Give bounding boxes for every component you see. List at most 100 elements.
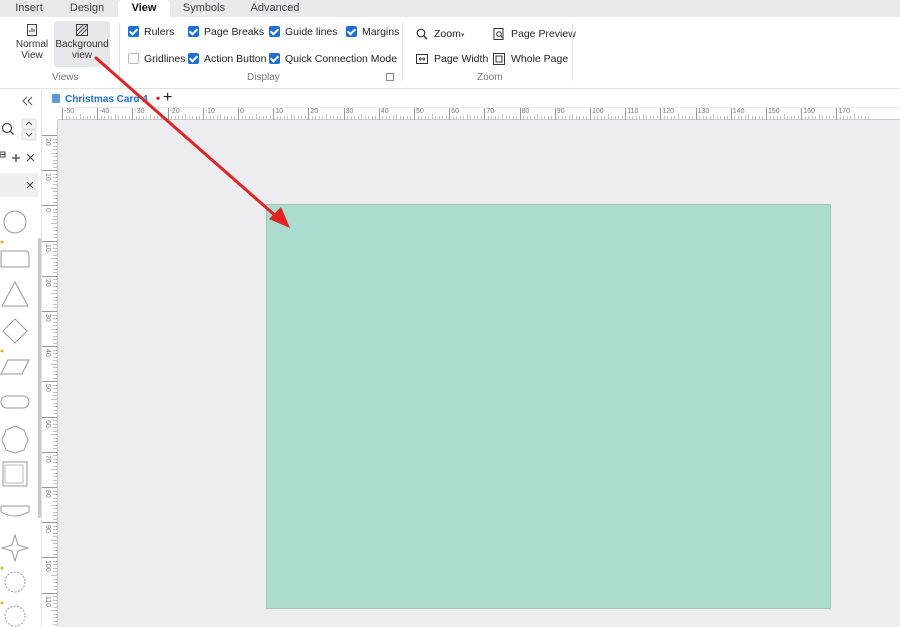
rounded-rectangle-shape-icon[interactable] — [0, 250, 30, 268]
ruler-minor-tick — [51, 152, 57, 154]
ruler-minor-tick — [53, 279, 57, 281]
parallelogram-shape-icon[interactable] — [0, 359, 30, 375]
panel-scrollbar[interactable] — [38, 238, 41, 518]
rulers-label: Rulers — [144, 26, 175, 38]
ruler-label: 50 — [416, 108, 424, 115]
star-shape-icon[interactable] — [0, 533, 30, 563]
ruler-minor-tick — [53, 395, 57, 397]
ruler-minor-tick — [53, 230, 57, 232]
ruler-minor-tick — [53, 420, 57, 422]
ruler-minor-tick — [53, 180, 57, 182]
page-width-button[interactable]: Page Width — [416, 51, 488, 67]
background-view-label: Background view — [55, 39, 109, 61]
ruler-minor-tick — [53, 339, 57, 341]
tab-design[interactable]: Design — [66, 0, 108, 17]
margins-checkbox[interactable]: Margins — [346, 25, 399, 39]
ruler-tick — [42, 451, 57, 453]
ruler-minor-tick — [53, 272, 57, 274]
octagon-shape-icon[interactable] — [1, 425, 29, 454]
whole-page-button[interactable]: Whole Page — [493, 51, 568, 67]
ruler-tick — [625, 108, 627, 120]
ruler-label: 80 — [44, 490, 51, 498]
guide-lines-checkbox[interactable]: Guide lines — [269, 25, 338, 39]
symbol-library-panel — [0, 90, 42, 627]
ruler-minor-tick — [53, 142, 57, 144]
ruler-minor-tick — [53, 296, 57, 298]
ruler-label: 150 — [768, 108, 780, 115]
quick-connection-checkbox[interactable]: Quick Connection Mode — [269, 52, 397, 66]
ruler-minor-tick — [53, 184, 57, 186]
triangle-shape-icon[interactable] — [1, 280, 29, 307]
action-button-checkbox[interactable]: Action Button — [188, 52, 266, 66]
ruler-label: 70 — [44, 454, 51, 463]
page-preview-button[interactable]: Page Preview — [493, 26, 576, 42]
checkbox-unchecked-icon — [128, 53, 139, 64]
drawing-page[interactable] — [266, 204, 831, 609]
tab-view[interactable]: View — [118, 0, 170, 17]
ruler-minor-tick — [53, 494, 57, 496]
add-document-tab-button[interactable]: + — [163, 89, 172, 107]
collapse-icon[interactable] — [22, 96, 33, 106]
ruler-minor-tick — [53, 391, 57, 393]
circle-shape-icon[interactable] — [3, 210, 27, 234]
ruler-tick — [42, 487, 57, 488]
ruler-minor-tick — [53, 212, 57, 214]
ruler-minor-tick — [53, 444, 57, 446]
rulers-checkbox[interactable]: Rulers — [128, 25, 174, 39]
ruler-minor-tick — [53, 321, 57, 323]
ruler-minor-tick — [53, 585, 57, 587]
burst-shape-icon[interactable] — [4, 605, 26, 627]
tab-symbols[interactable]: Symbols — [181, 0, 227, 17]
ruler-label: 110 — [627, 108, 639, 115]
ruler-minor-tick — [53, 613, 57, 615]
ruler-tick — [343, 108, 345, 120]
diamond-shape-icon[interactable] — [2, 318, 28, 344]
ruler-minor-tick — [51, 258, 57, 260]
document-icon — [52, 94, 60, 103]
ruler-label: 40 — [380, 108, 389, 115]
tab-advanced[interactable]: Advanced — [250, 0, 300, 17]
page-width-label: Page Width — [434, 53, 489, 65]
document-shape-icon[interactable] — [0, 505, 30, 517]
ruler-minor-tick — [53, 254, 57, 256]
whole-page-label: Whole Page — [511, 53, 569, 65]
ruler-minor-tick — [53, 458, 57, 460]
close-icon[interactable] — [26, 153, 35, 162]
zoom-button[interactable]: Zoom▾ — [416, 26, 464, 42]
ruler-minor-tick — [53, 138, 57, 140]
ruler-minor-tick — [53, 265, 57, 267]
zoom-icon — [416, 28, 428, 40]
ruler-label: 90 — [44, 525, 51, 533]
ruler-minor-tick — [53, 430, 57, 432]
ruler-minor-tick — [53, 536, 57, 538]
ruler-minor-tick — [53, 374, 57, 376]
ruler-tick — [42, 592, 57, 594]
background-view-button[interactable]: Background view — [54, 21, 110, 67]
ruler-minor-tick — [53, 406, 57, 408]
tab-insert[interactable]: Insert — [10, 0, 48, 17]
search-icon[interactable] — [1, 122, 14, 135]
ruler-minor-tick — [53, 191, 57, 193]
gridlines-checkbox[interactable]: Gridlines — [128, 52, 185, 66]
ruler-tick — [42, 311, 57, 312]
ruler-minor-tick — [53, 462, 57, 464]
ruler-label: 50 — [44, 384, 51, 393]
ruler-label: 100 — [44, 560, 51, 573]
page-breaks-checkbox[interactable]: Page Breaks — [188, 25, 264, 39]
dialog-launcher-icon[interactable] — [386, 73, 394, 81]
ruler-tick — [42, 557, 57, 559]
library-manage-icon[interactable] — [0, 151, 6, 158]
ruler-tick — [590, 108, 591, 120]
normal-view-button[interactable]: Normal View — [13, 23, 51, 65]
ruler-minor-tick — [53, 596, 57, 598]
document-tab[interactable]: Christmas Card 4 • — [52, 90, 160, 107]
ruler-minor-tick — [53, 360, 57, 362]
rounded-pill-shape-icon[interactable] — [0, 395, 30, 409]
checkbox-checked-icon — [188, 26, 199, 37]
ruler-minor-tick — [53, 624, 57, 626]
ruler-minor-tick — [53, 571, 57, 573]
seal-shape-icon[interactable] — [4, 571, 26, 593]
ruler-minor-tick — [53, 335, 57, 337]
add-icon[interactable] — [12, 154, 20, 162]
ruler-minor-tick — [53, 529, 57, 531]
